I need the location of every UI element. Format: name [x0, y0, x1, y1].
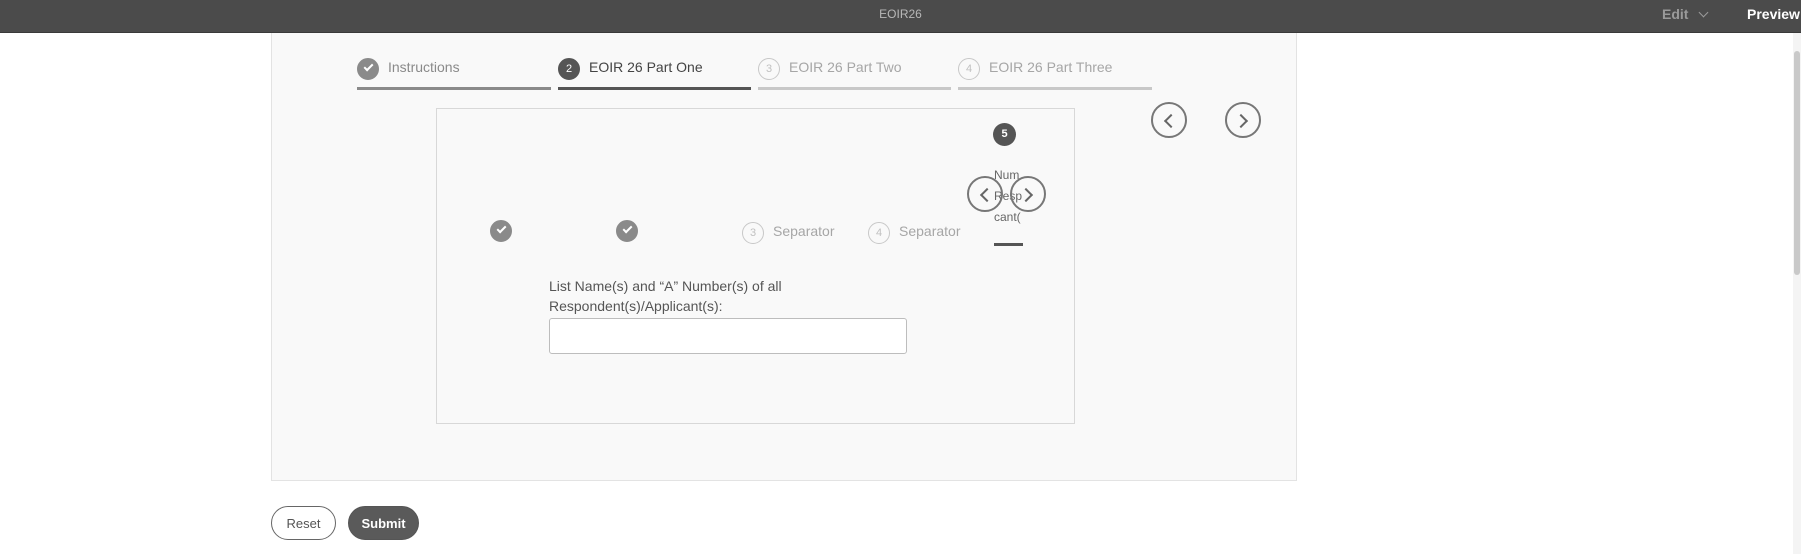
- step-badge: [616, 220, 638, 242]
- step-label: Separator: [899, 223, 961, 239]
- subform-panel: 3 Separator 4 Separator Num Resp cant(: [436, 108, 1075, 424]
- preview-button[interactable]: Preview: [1747, 6, 1800, 22]
- step-progress-bar: [558, 87, 751, 90]
- step-badge: 3: [742, 222, 764, 244]
- step-label: EOIR 26 Part One: [589, 59, 703, 75]
- chevron-left-icon: [979, 187, 995, 203]
- step-progress-bar: [758, 87, 951, 90]
- step-label: Separator: [773, 223, 835, 239]
- check-icon: [622, 223, 633, 234]
- step-badge: 4: [958, 58, 980, 80]
- step-badge: 2: [558, 58, 580, 80]
- sub-step-2[interactable]: [616, 204, 735, 249]
- wizard-prev-button[interactable]: [1151, 102, 1187, 138]
- chevron-right-icon: [1018, 187, 1034, 203]
- submit-button[interactable]: Submit: [348, 506, 419, 540]
- step-badge: 3: [758, 58, 780, 80]
- chevron-left-icon: [1163, 113, 1179, 129]
- step-badge: [357, 58, 379, 80]
- step-progress-bar: [357, 87, 551, 90]
- step-label: EOIR 26 Part Three: [989, 59, 1113, 75]
- step-badge: [490, 220, 512, 242]
- edit-mode-dropdown[interactable]: Edit: [1662, 6, 1709, 22]
- sub-step-separator-3[interactable]: 3 Separator: [742, 204, 861, 249]
- check-icon: [496, 223, 507, 234]
- sub-step-1[interactable]: [490, 204, 609, 249]
- sub-step-separator-4[interactable]: 4 Separator: [868, 204, 987, 249]
- step-badge: 4: [868, 222, 890, 244]
- respondents-names-input[interactable]: [549, 318, 907, 354]
- step-label: EOIR 26 Part Two: [789, 59, 902, 75]
- respondents-field-label: List Name(s) and “A” Number(s) of all Re…: [549, 278, 782, 314]
- scrollbar-thumb[interactable]: [1794, 51, 1800, 275]
- reset-button[interactable]: Reset: [271, 506, 336, 540]
- subwizard-prev-button[interactable]: [967, 176, 1003, 212]
- tab-part-one[interactable]: 2 EOIR 26 Part One: [558, 42, 751, 92]
- vertical-scrollbar[interactable]: [1793, 33, 1801, 554]
- check-icon: [363, 61, 374, 72]
- tab-instructions[interactable]: Instructions: [357, 42, 551, 92]
- app-title: EOIR26: [879, 7, 922, 21]
- chevron-right-icon: [1233, 113, 1249, 129]
- sub-wizard: 3 Separator 4 Separator Num Resp cant(: [437, 109, 1023, 249]
- step-progress-bar: [994, 243, 1023, 246]
- step-progress-bar: [958, 87, 1152, 90]
- app-header: EOIR26 Edit Preview: [0, 0, 1801, 33]
- chevron-down-icon: [1699, 7, 1709, 17]
- edit-label: Edit: [1662, 6, 1689, 22]
- step-badge-5: 5: [993, 123, 1016, 146]
- wizard-next-button[interactable]: [1225, 102, 1261, 138]
- tab-part-two[interactable]: 3 EOIR 26 Part Two: [758, 42, 951, 92]
- step-label: Instructions: [388, 59, 460, 75]
- subwizard-next-button[interactable]: [1010, 176, 1046, 212]
- tab-part-three[interactable]: 4 EOIR 26 Part Three: [958, 42, 1152, 92]
